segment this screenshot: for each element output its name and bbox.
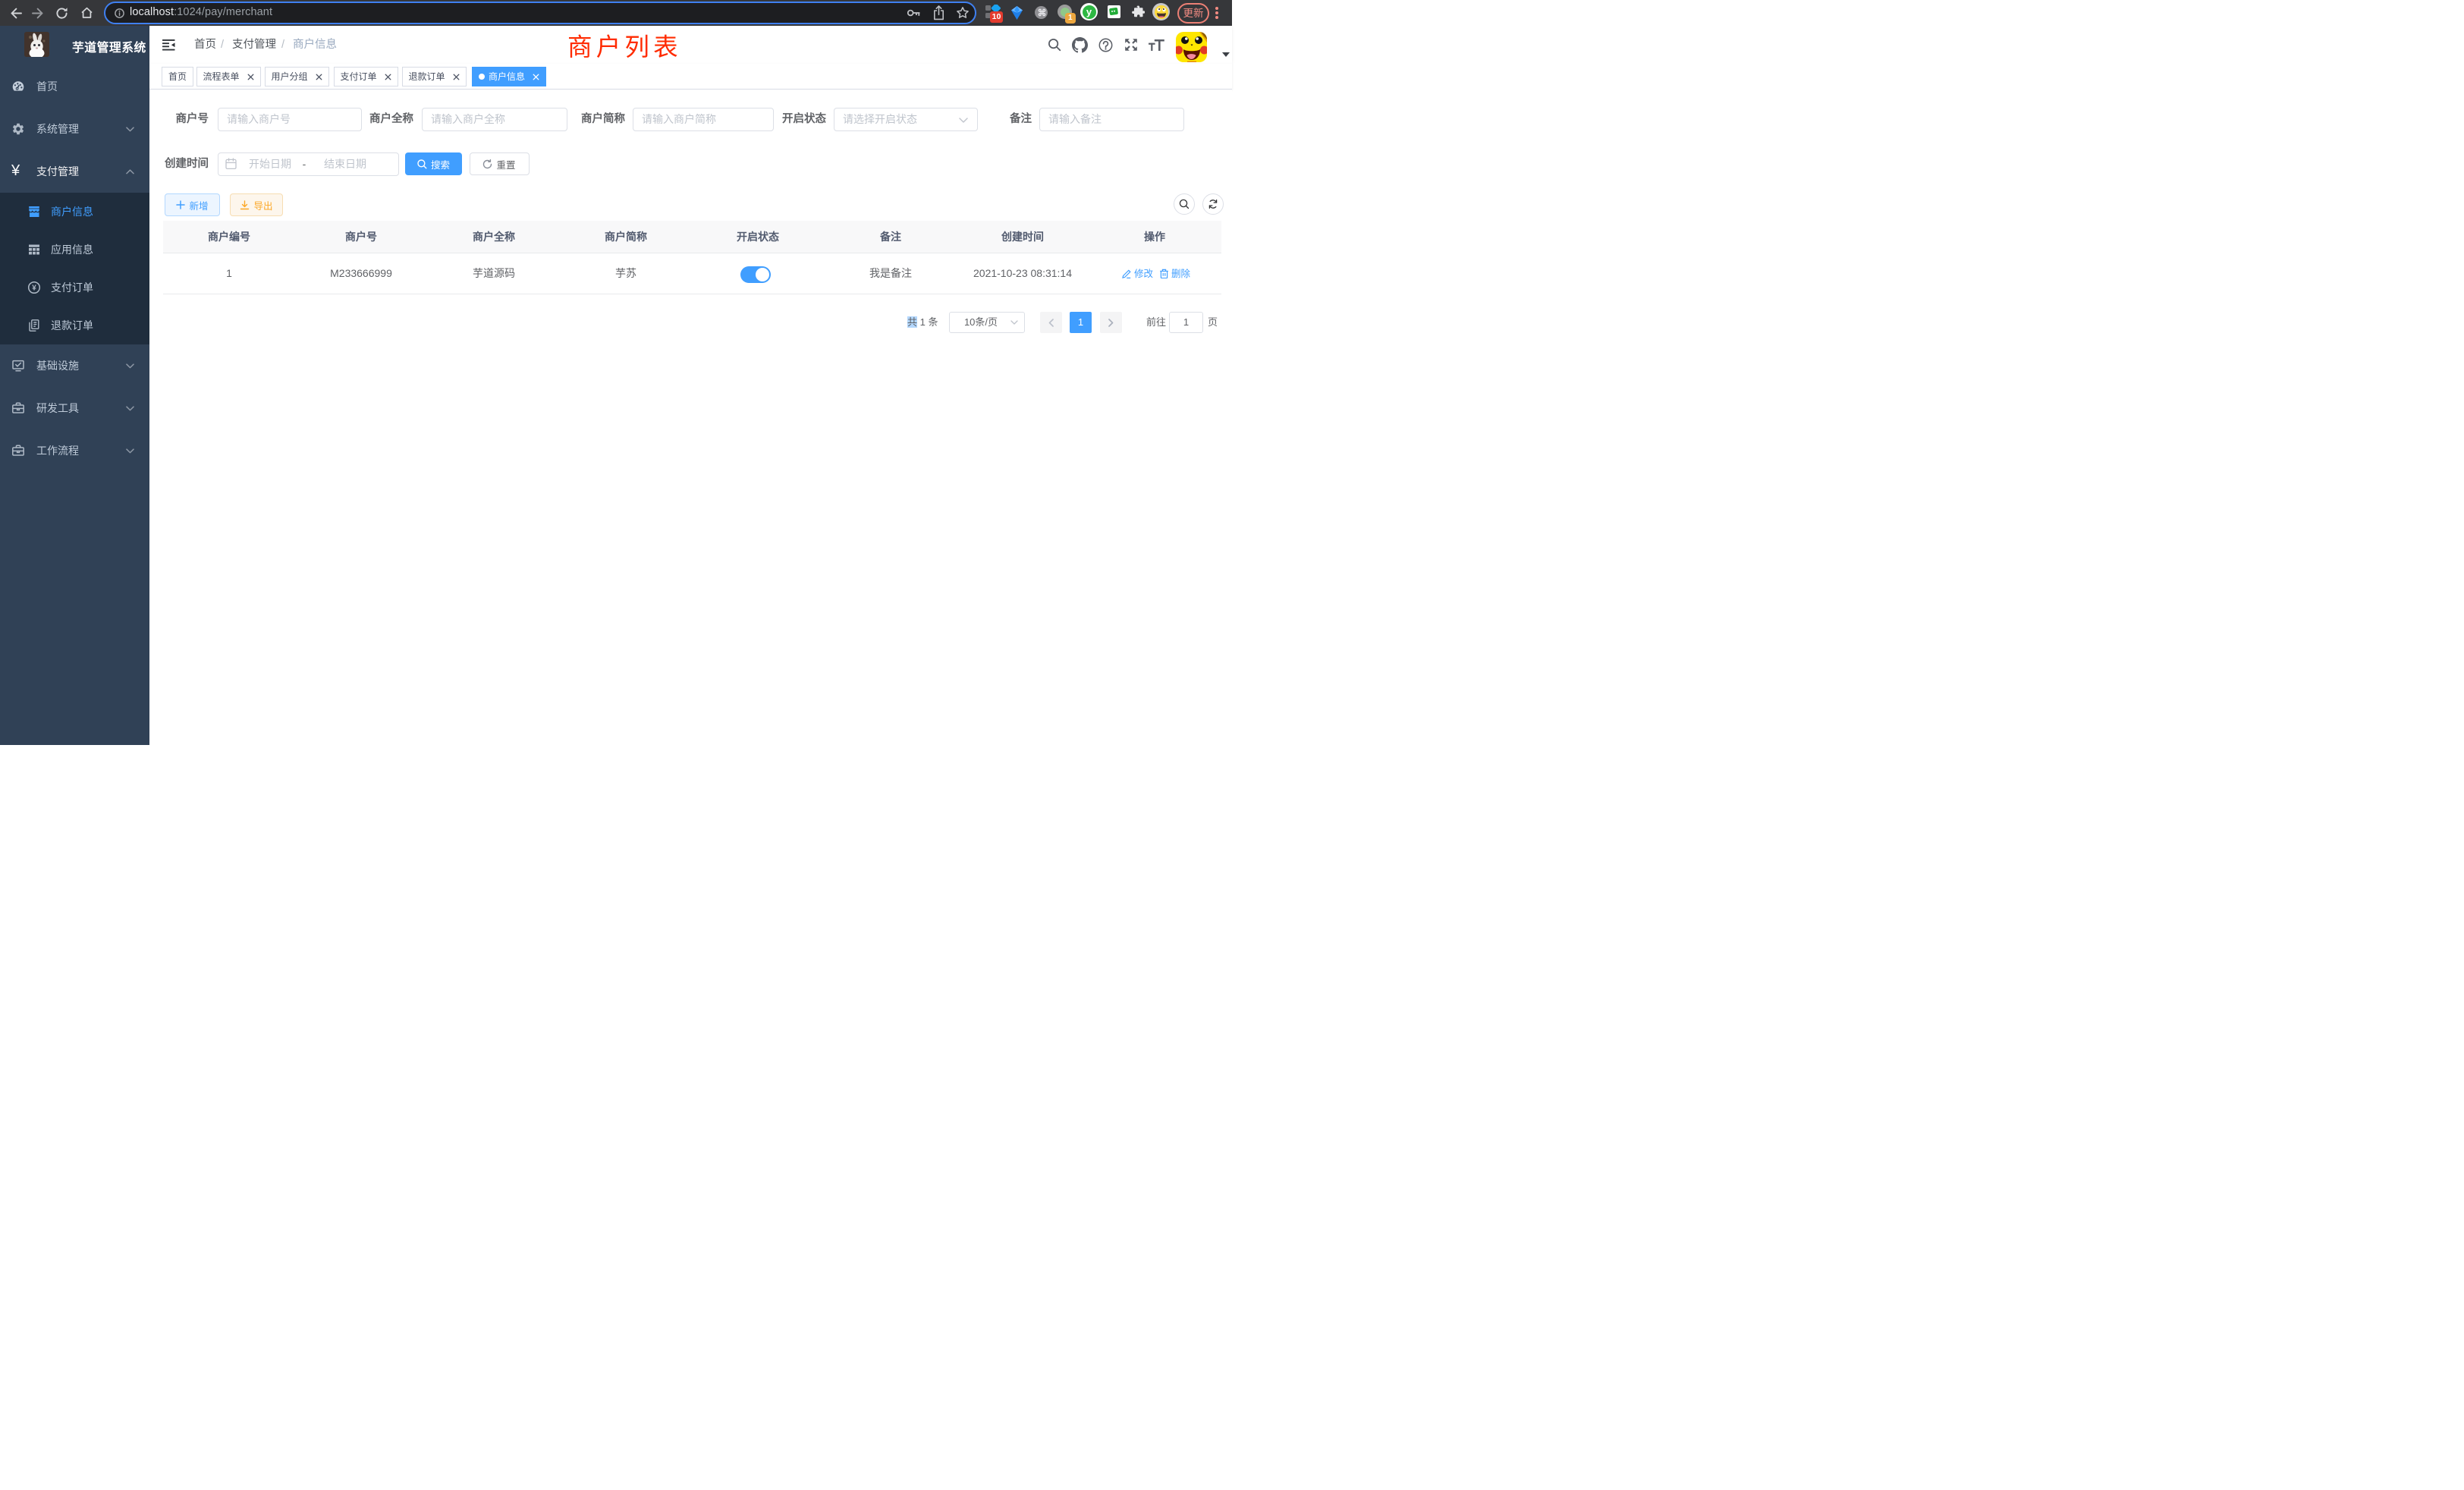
svg-text:¥: ¥	[32, 284, 36, 293]
